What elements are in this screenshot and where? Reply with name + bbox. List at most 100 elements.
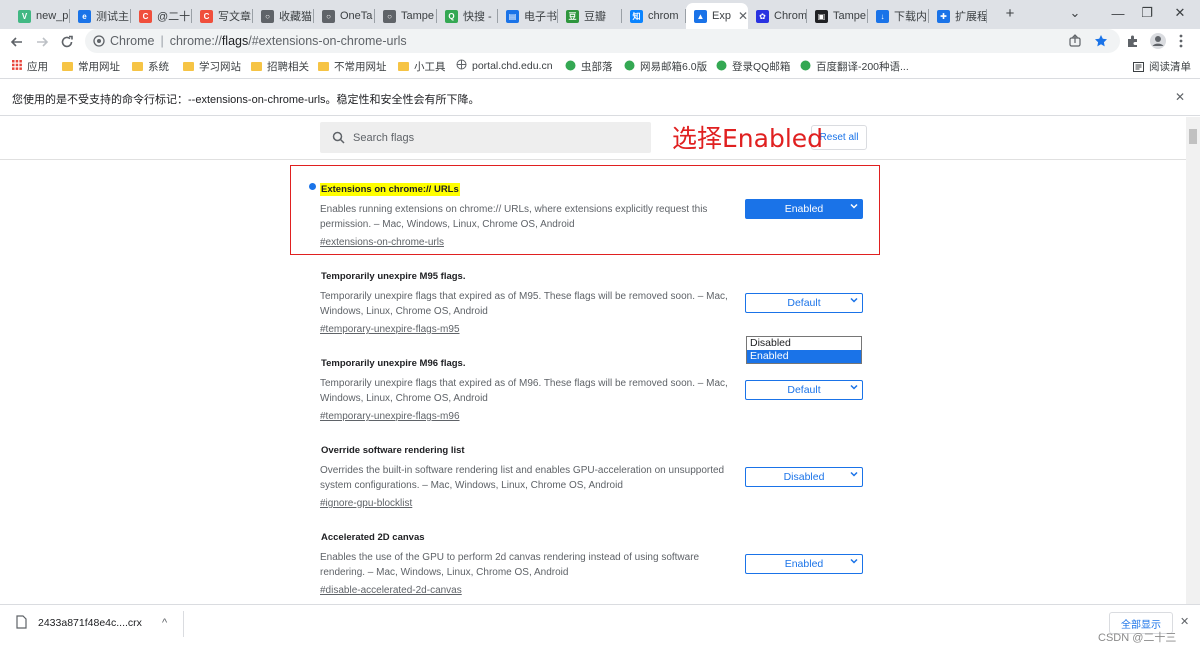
tab-search-button[interactable]: ⌄ [1055,0,1095,26]
download-menu-chevron[interactable]: ^ [162,617,167,629]
reading-list-button[interactable]: 阅读清单 [1133,59,1191,74]
reload-button[interactable] [57,32,77,52]
infobar-close-button[interactable]: ✕ [1175,90,1185,104]
bookmark-item[interactable]: 百度翻译-200种语... [800,59,909,74]
tab-0[interactable]: Vnew_p [10,3,70,29]
folder-icon [318,62,329,71]
tab-3[interactable]: C 写文章 [192,3,253,29]
url-text: chrome://flags/#extensions-on-chrome-url… [170,34,407,48]
bookmark-label: 招聘相关 [267,61,309,73]
menu-kebab-icon[interactable] [1178,34,1184,48]
tab-11[interactable]: ▲ Exp ✕ [686,3,748,29]
tab-label: Exp [712,10,731,22]
bookmark-item[interactable]: 不常用网址 [318,59,387,74]
bookmark-label: 不常用网址 [334,61,387,73]
tab-6[interactable]: ○ Tampe [375,3,437,29]
flag-permalink[interactable]: #ignore-gpu-blocklist [320,498,412,509]
flags-header: Search flags Reset all 选择Enabled [0,117,1186,160]
flag-value-select[interactable]: Default [745,380,863,400]
tab-1[interactable]: e 测试主 [70,3,131,29]
flag-value-dropdown-list[interactable]: Disabled Enabled [746,336,862,364]
apps-grid-icon [12,60,22,73]
folder-icon [62,62,73,71]
chevron-down-icon [850,383,858,394]
tab-7[interactable]: Q 快搜 - [437,3,498,29]
select-value: Enabled [784,558,824,570]
tab-favicon-icon: ○ [261,9,274,23]
profile-avatar-icon[interactable] [1149,32,1167,50]
tab-label: new_p [36,10,69,22]
dropdown-option-disabled[interactable]: Disabled [747,337,861,350]
folder-icon [132,62,143,71]
globe-icon [456,59,467,73]
flag-permalink[interactable]: #temporary-unexpire-flags-m95 [320,324,460,335]
dropdown-option-enabled[interactable]: Enabled [747,350,861,363]
bookmark-item[interactable]: 系统 [132,59,169,74]
search-icon [332,131,345,144]
close-window-button[interactable]: ✕ [1160,0,1200,26]
bookmark-label: 应用 [27,61,48,73]
flag-permalink[interactable]: #temporary-unexpire-flags-m96 [320,411,460,422]
bookmark-item[interactable]: 小工具 [398,59,446,74]
chrome-icon [93,35,105,47]
tab-favicon-icon: ○ [383,9,396,23]
flag-value-select[interactable]: Default [745,293,863,313]
tab-5[interactable]: ○ OneTa [314,3,375,29]
flag-description: Overrides the built-in software renderin… [320,465,725,491]
toolbar: Chrome | chrome://flags/#extensions-on-c… [0,29,1200,54]
close-shelf-button[interactable]: ✕ [1180,615,1189,628]
flag-value-select[interactable]: Disabled [745,467,863,487]
page-scrollbar[interactable] [1186,117,1200,604]
bookmark-label: 虫部落 [581,61,613,73]
forward-button[interactable] [32,32,52,52]
bookmark-item[interactable]: 招聘相关 [251,59,309,74]
bookmark-item[interactable]: 登录QQ邮箱 [716,59,790,74]
tab-favicon-icon: ✿ [756,9,769,23]
address-bar[interactable]: Chrome | chrome://flags/#extensions-on-c… [85,29,1120,53]
bookmark-star-icon[interactable] [1094,34,1108,48]
tab-favicon-icon: Q [445,9,458,23]
flag-title: Override software rendering list [321,445,465,456]
reading-list-label: 阅读清单 [1149,61,1191,73]
extensions-puzzle-icon[interactable] [1126,34,1140,48]
tab-9[interactable]: 豆豆瓣 [558,3,622,29]
bookmark-item[interactable]: 学习网站 [183,59,241,74]
tab-15[interactable]: ✚ 扩展程 [929,3,987,29]
tab-12[interactable]: ✿ Chrom [748,3,807,29]
download-file-name[interactable]: 2433a871f48e4c....crx [38,617,142,629]
bookmark-item[interactable]: 网易邮箱6.0版 [624,59,707,74]
scrollbar-thumb[interactable] [1189,129,1197,144]
tab-close-icon[interactable]: ✕ [738,9,748,23]
folder-icon [183,62,194,71]
new-tab-button[interactable]: + [990,0,1030,26]
bookmark-label: 登录QQ邮箱 [732,61,791,73]
flag-title: Temporarily unexpire M96 flags. [321,358,466,369]
tab-4[interactable]: ○ 收藏猫 [253,3,314,29]
bookmark-item[interactable]: portal.chd.edu.cn [456,59,553,73]
back-button[interactable] [7,32,27,52]
bookmark-item[interactable]: 常用网址 [62,59,120,74]
share-icon[interactable] [1068,34,1082,48]
tab-14[interactable]: ↓ 下载内 [868,3,929,29]
bookmark-label: 系统 [148,61,169,73]
search-flags-input[interactable]: Search flags [320,122,651,153]
tab-13[interactable]: ▣ Tampe [807,3,868,29]
folder-icon [398,62,409,71]
tab-label: Tampe [401,10,435,22]
tab-2[interactable]: C @二十 [131,3,192,29]
flag-value-select[interactable]: Enabled [745,554,863,574]
tab-label: 收藏猫 [279,11,312,23]
tab-strip: Vnew_p e 测试主 C @二十 C 写文章 ○ 收藏猫 ○ OneTa ○ Tampe Q 快搜 - ▤… [0,0,1200,29]
bookmark-item[interactable]: 虫部落 [565,59,613,74]
bookmark-item[interactable]: 应用 [12,59,48,74]
flag-permalink[interactable]: #disable-accelerated-2d-canvas [320,585,462,596]
tab-favicon-icon: e [78,9,91,23]
search-placeholder: Search flags [353,131,415,144]
flag-description: Temporarily unexpire flags that expired … [320,378,728,404]
tab-8[interactable]: ▤ 电子书 [498,3,558,29]
tab-label: Chrom [774,10,807,22]
unsupported-flag-infobar: 您使用的是不受支持的命令行标记：--extensions-on-chrome-u… [0,80,1200,116]
tab-10[interactable]: 知 chrom [622,3,686,29]
bookmarks-bar: 应用 常用网址 系统 学习网站 招聘相关 不常用网址 小工具 portal.chd.edu.c… [0,55,1200,79]
tab-separator [986,9,987,23]
